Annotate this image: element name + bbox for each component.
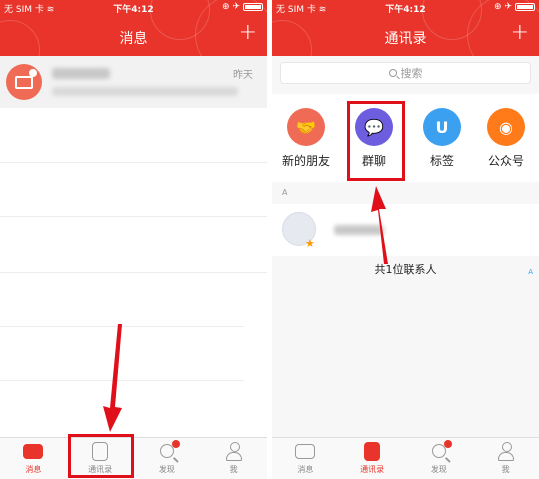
annotation-arrow xyxy=(103,324,122,432)
contacts-screen: 无 SIM 卡 ≋ 下午4:12 ⊕ ✈ 通讯录 + 搜索 🤝 新的朋友 💬 群… xyxy=(272,0,539,479)
messages-screen: 无 SIM 卡 ≋ 下午4:12 ⊕ ✈ 消息 + 昨天 消息 通讯录 发现 我 xyxy=(0,0,267,479)
annotation-arrow xyxy=(371,186,388,264)
